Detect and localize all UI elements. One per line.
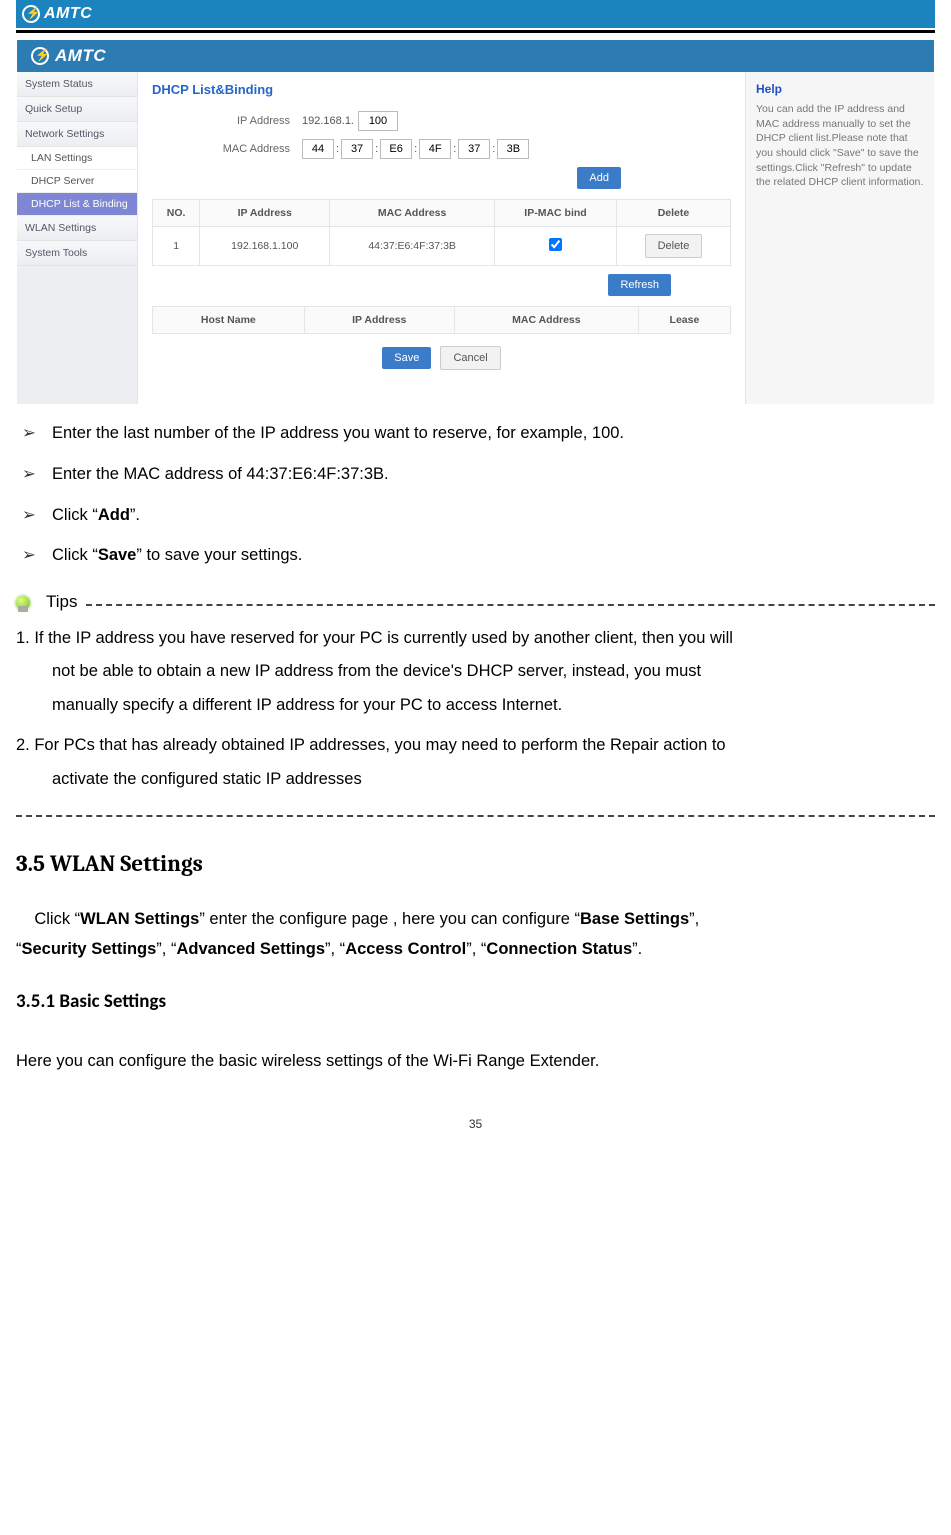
mac-input-6[interactable] — [497, 139, 529, 159]
panel-title: DHCP List&Binding — [152, 82, 731, 97]
bullet-arrow-icon: ➢ — [22, 421, 52, 446]
sidebar-item-quick-setup[interactable]: Quick Setup — [17, 97, 137, 122]
bullet-text: Click “Add”. — [52, 503, 140, 528]
ip-prefix: 192.168.1. — [302, 115, 354, 127]
sidebar-item-dhcp-list-binding[interactable]: DHCP List & Binding — [17, 193, 137, 216]
bullet-arrow-icon: ➢ — [22, 543, 52, 568]
mac-input-4[interactable] — [419, 139, 451, 159]
ip-address-label: IP Address — [152, 115, 302, 127]
wlan-paragraph: Click “WLAN Settings” enter the configur… — [16, 905, 935, 964]
bind-checkbox[interactable] — [549, 238, 562, 251]
bullet-arrow-icon: ➢ — [22, 503, 52, 528]
app-header: AMTC — [17, 40, 934, 72]
app-logo-icon — [31, 47, 49, 65]
add-button[interactable]: Add — [577, 167, 621, 189]
refresh-button[interactable]: Refresh — [608, 274, 671, 296]
cell-mac: 44:37:E6:4F:37:3B — [330, 227, 495, 266]
bullet-text: Enter the MAC address of 44:37:E6:4F:37:… — [52, 462, 389, 487]
screenshot-container: AMTC System Status Quick Setup Network S… — [16, 39, 935, 405]
ip-last-octet-input[interactable] — [358, 111, 398, 131]
col-mac: MAC Address — [330, 200, 495, 227]
cancel-button[interactable]: Cancel — [440, 346, 500, 370]
col-bind: IP-MAC bind — [495, 200, 617, 227]
tip-paragraph-2: 2. For PCs that has already obtained IP … — [16, 729, 935, 797]
sidebar-item-system-tools[interactable]: System Tools — [17, 241, 137, 266]
col-no: NO. — [153, 200, 200, 227]
mac-address-label: MAC Address — [152, 143, 302, 155]
binding-table: NO. IP Address MAC Address IP-MAC bind D… — [152, 199, 731, 266]
brand-icon — [22, 5, 40, 23]
lease-table: Host Name IP Address MAC Address Lease — [152, 306, 731, 334]
col-ip2: IP Address — [304, 307, 454, 334]
col-host: Host Name — [153, 307, 305, 334]
mac-input-3[interactable] — [380, 139, 412, 159]
sidebar-item-lan-settings[interactable]: LAN Settings — [17, 147, 137, 170]
horizontal-rule — [16, 30, 935, 33]
col-lease: Lease — [638, 307, 730, 334]
mac-input-1[interactable] — [302, 139, 334, 159]
sidebar: System Status Quick Setup Network Settin… — [17, 72, 137, 404]
bullet-arrow-icon: ➢ — [22, 462, 52, 487]
col-delete: Delete — [616, 200, 730, 227]
save-button[interactable]: Save — [382, 347, 431, 369]
table-row: 1 192.168.1.100 44:37:E6:4F:37:3B Delete — [153, 227, 731, 266]
sidebar-item-dhcp-server[interactable]: DHCP Server — [17, 170, 137, 193]
help-text: You can add the IP address and MAC addre… — [756, 102, 924, 190]
sidebar-item-wlan-settings[interactable]: WLAN Settings — [17, 216, 137, 241]
cell-no: 1 — [153, 227, 200, 266]
col-ip: IP Address — [200, 200, 330, 227]
subsection-heading: 3.5.1 Basic Settings — [16, 988, 935, 1017]
help-panel: Help You can add the IP address and MAC … — [746, 72, 934, 404]
lightbulb-base-icon — [18, 606, 28, 612]
col-mac2: MAC Address — [454, 307, 638, 334]
sidebar-item-network-settings[interactable]: Network Settings — [17, 122, 137, 147]
mac-input-2[interactable] — [341, 139, 373, 159]
dashed-separator — [16, 815, 935, 817]
cell-ip: 192.168.1.100 — [200, 227, 330, 266]
section-heading: 3.5 WLAN Settings — [16, 847, 935, 882]
tips-label: Tips — [46, 589, 78, 615]
dashed-line — [86, 604, 936, 606]
brand-text: AMTC — [44, 5, 92, 23]
app-logo-text: AMTC — [55, 46, 106, 66]
brand-bar: AMTC — [16, 0, 935, 28]
bullet-text: Enter the last number of the IP address … — [52, 421, 624, 446]
tip-paragraph-1: 1. If the IP address you have reserved f… — [16, 622, 935, 723]
basic-settings-text: Here you can configure the basic wireles… — [16, 1047, 935, 1077]
help-title: Help — [756, 82, 924, 96]
mac-input-5[interactable] — [458, 139, 490, 159]
bullet-text: Click “Save” to save your settings. — [52, 543, 302, 568]
document-body: ➢Enter the last number of the IP address… — [16, 421, 935, 1077]
main-panel: DHCP List&Binding IP Address 192.168.1. … — [137, 72, 746, 404]
sidebar-item-system-status[interactable]: System Status — [17, 72, 137, 97]
page-number: 35 — [16, 1117, 935, 1131]
delete-button[interactable]: Delete — [645, 234, 703, 258]
